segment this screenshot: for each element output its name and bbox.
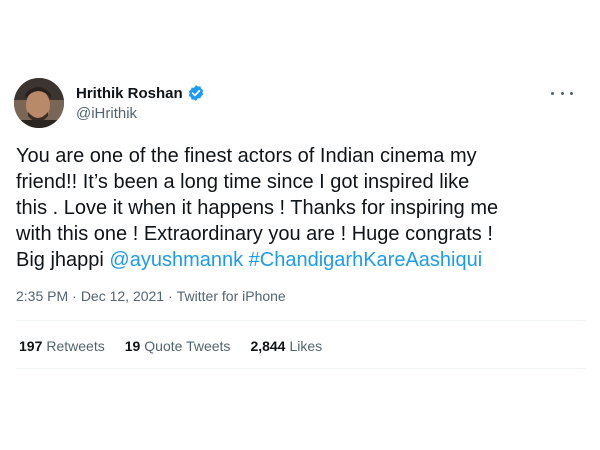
retweets-count: 197	[19, 338, 43, 354]
divider	[16, 368, 586, 369]
likes-stat[interactable]: 2,844 Likes	[250, 338, 322, 354]
meta-separator: ·	[72, 288, 77, 304]
meta-separator: ·	[168, 288, 173, 304]
divider	[16, 320, 586, 321]
more-dot	[570, 91, 573, 95]
mention-link[interactable]: @ayushmannk	[109, 249, 243, 271]
author-handle[interactable]: @iHrithik	[76, 105, 137, 122]
quote-tweets-label: Quote Tweets	[144, 338, 231, 354]
tweet-time[interactable]: 2:35 PM	[16, 288, 68, 304]
quote-tweets-stat[interactable]: 19 Quote Tweets	[125, 338, 231, 354]
more-dot	[551, 91, 554, 95]
verified-badge-icon	[187, 84, 205, 102]
profile-photo-icon	[14, 78, 64, 128]
tweet-text: You are one of the finest actors of Indi…	[16, 143, 586, 273]
avatar[interactable]	[14, 78, 64, 128]
tweet-card: Hrithik Roshan @iHrithik You are one of …	[0, 0, 600, 450]
likes-count: 2,844	[250, 338, 286, 354]
likes-label: Likes	[289, 338, 323, 354]
retweets-stat[interactable]: 197 Retweets	[19, 338, 105, 354]
more-dot	[560, 91, 564, 95]
tweet-text-prefix: Big jhappi	[16, 249, 110, 271]
tweet-source[interactable]: Twitter for iPhone	[177, 288, 286, 304]
retweets-label: Retweets	[46, 338, 105, 354]
more-horizontal-icon[interactable]	[551, 86, 573, 100]
tweet-text-line: with this one ! Extraordinary you are ! …	[16, 223, 493, 245]
tweet-text-line: You are one of the finest actors of Indi…	[16, 145, 477, 167]
tweet-text-line: Big jhappi @ayushmannk #ChandigarhKareAa…	[16, 247, 586, 273]
author-display-name[interactable]: Hrithik Roshan	[76, 85, 183, 102]
tweet-stats: 197 Retweets 19 Quote Tweets 2,844 Likes	[19, 338, 342, 354]
tweet-text-line: this . Love it when it happens ! Thanks …	[16, 197, 499, 219]
hashtag-link[interactable]: #ChandigarhKareAashiqui	[249, 249, 483, 271]
tweet-text-line: friend!! It’s been a long time since I g…	[16, 171, 470, 193]
author-name-row: Hrithik Roshan	[76, 84, 205, 102]
quote-tweets-count: 19	[124, 338, 141, 354]
tweet-date[interactable]: Dec 12, 2021	[81, 288, 164, 304]
tweet-meta: 2:35 PM · Dec 12, 2021 · Twitter for iPh…	[16, 288, 286, 304]
